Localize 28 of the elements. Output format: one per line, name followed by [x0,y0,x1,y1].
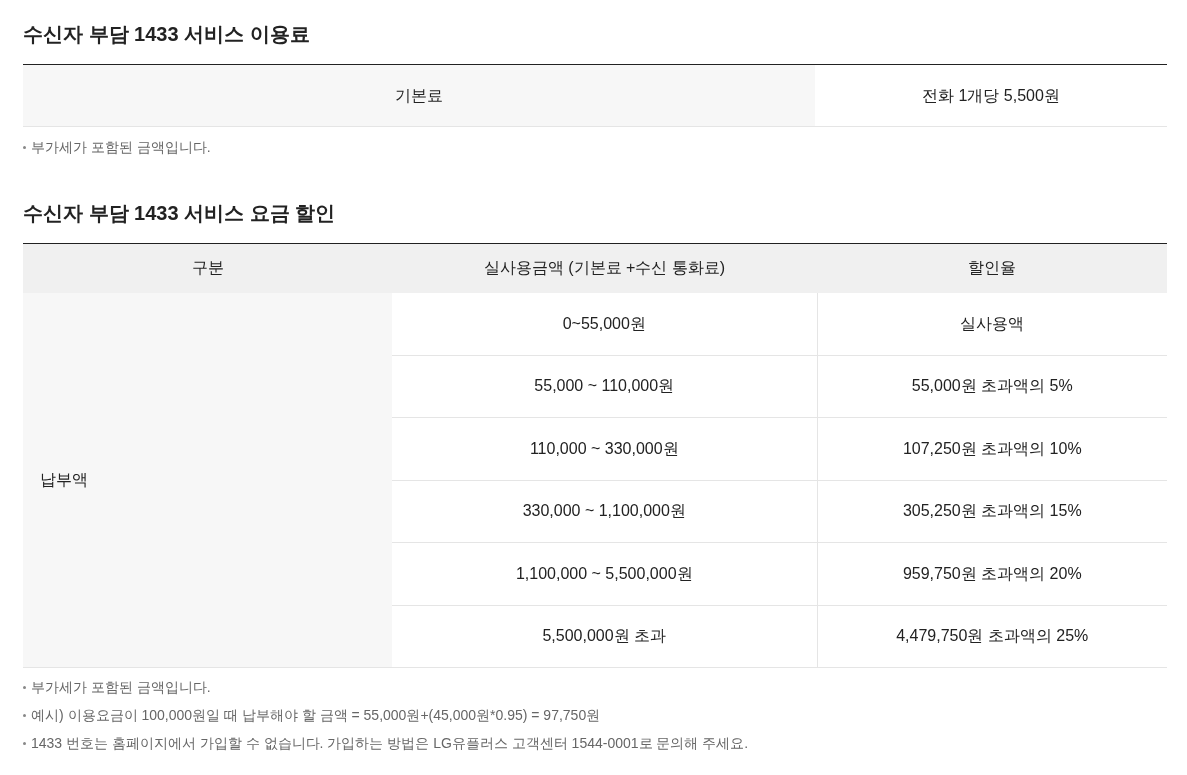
table-cell: 1,100,000 ~ 5,500,000원 [392,542,817,605]
table-cell: 330,000 ~ 1,100,000원 [392,480,817,543]
table-cell: 305,250원 초과액의 15% [817,480,1167,543]
table-cell: 실사용액 [817,292,1167,355]
note-text: 예시) 이용요금이 100,000원일 때 납부해야 할 금액 = 55,000원+(45,000원*0.95) = 97,750원 [31,706,601,725]
row-header-cell: 납부액 [23,292,392,668]
bullet-icon [23,742,26,745]
section-title: 수신자 부담 1433 서비스 요금 할인 [23,201,337,226]
table-cell: 55,000 ~ 110,000원 [392,355,817,418]
column-header: 실사용금액 (기본료 +수신 통화료) [392,243,817,293]
table-cell: 107,250원 초과액의 10% [817,417,1167,480]
section-title: 수신자 부담 1433 서비스 이용료 [23,22,311,47]
bullet-icon [23,686,26,689]
table-cell: 5,500,000원 초과 [392,605,817,668]
column-header: 구분 [23,243,392,293]
table-header-cell: 기본료 [23,65,815,126]
table-cell-text: 전화 1개당 5,500원 [921,85,1061,106]
note-text: 부가세가 포함된 금액입니다. [31,678,211,697]
column-header: 할인율 [817,243,1167,293]
table-cell: 110,000 ~ 330,000원 [392,417,817,480]
table-cell: 0~55,000원 [392,292,817,355]
note-text: 1433 번호는 홈페이지에서 가입할 수 없습니다. 가입하는 방법은 LG유플러스 고객센터 1544-0001로 문의해 주세요. [31,734,749,753]
table-cell: 55,000원 초과액의 5% [817,355,1167,418]
bullet-icon [23,146,26,149]
table-cell: 4,479,750원 초과액의 25% [817,605,1167,668]
table-cell: 959,750원 초과액의 20% [817,542,1167,605]
note-text: 부가세가 포함된 금액입니다. [31,138,211,157]
bullet-icon [23,714,26,717]
